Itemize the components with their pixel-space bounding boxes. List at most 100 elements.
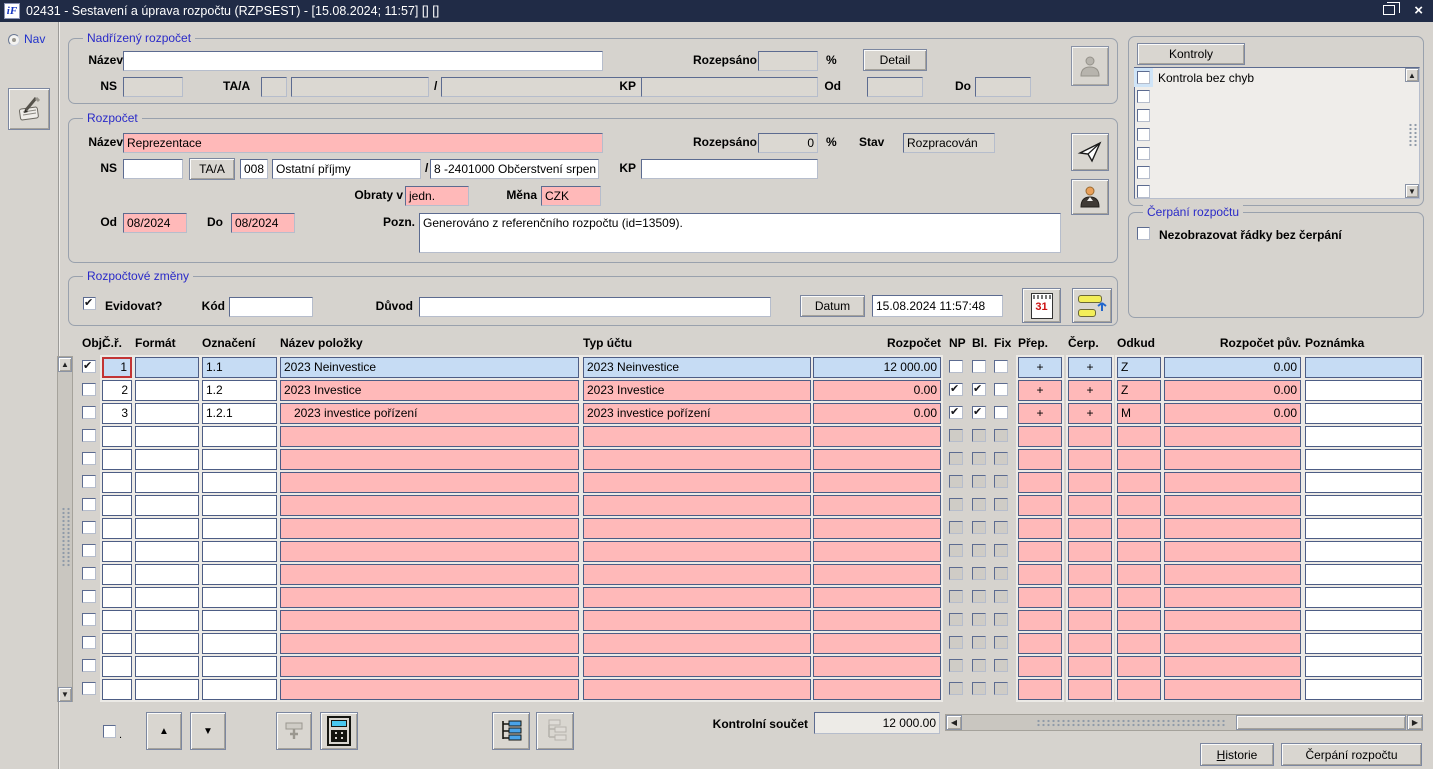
cell-nazev[interactable]: 2023 Investice (280, 380, 579, 401)
detail-button[interactable]: Detail (863, 49, 927, 71)
cell-format[interactable] (135, 679, 199, 700)
cell-checkbox-bl[interactable] (972, 452, 986, 465)
cell-format[interactable] (135, 541, 199, 562)
cell-poznamka[interactable] (1305, 472, 1422, 493)
cerpani-rozpoctu-button[interactable]: Čerpání rozpočtu (1281, 743, 1422, 766)
cell-format[interactable] (135, 472, 199, 493)
cell-typ[interactable] (583, 679, 811, 700)
cell-checkbox-np[interactable] (949, 405, 963, 419)
cell-rozpocet_puv[interactable]: 0.00 (1164, 380, 1301, 401)
cell-rozpocet[interactable] (813, 472, 941, 493)
cell-checkbox-np[interactable] (949, 498, 963, 511)
kontroly-button[interactable]: Kontroly (1137, 43, 1245, 65)
cell-nazev[interactable] (280, 587, 579, 608)
cell-format[interactable] (135, 426, 199, 447)
cell-rozpocet_puv[interactable]: 0.00 (1164, 357, 1301, 378)
cell-poznamka[interactable] (1305, 610, 1422, 631)
cell-poznamka[interactable] (1305, 449, 1422, 470)
cell-cr[interactable] (102, 587, 132, 608)
cell-typ[interactable] (583, 587, 811, 608)
cell-oznaceni[interactable] (202, 633, 277, 654)
cell-nazev[interactable]: 2023 investice pořízení (280, 403, 579, 424)
cell-odkud[interactable]: M (1117, 403, 1161, 424)
cell-prep[interactable] (1018, 472, 1062, 493)
cell-cerp[interactable]: + (1068, 403, 1112, 424)
cell-checkbox-bl[interactable] (972, 613, 986, 626)
transfer-button[interactable] (1072, 288, 1112, 323)
budget-taa-code-input[interactable]: 008 (240, 159, 268, 179)
cell-odkud[interactable] (1117, 656, 1161, 677)
cell-rozpocet[interactable] (813, 587, 941, 608)
cell-oznaceni[interactable] (202, 495, 277, 516)
cell-rozpocet_puv[interactable] (1164, 587, 1301, 608)
cell-cr[interactable] (102, 610, 132, 631)
cell-checkbox-obj[interactable] (82, 567, 96, 580)
mena-field[interactable]: CZK (541, 186, 601, 206)
cell-checkbox-bl[interactable] (972, 659, 986, 672)
cell-cerp[interactable] (1068, 633, 1112, 654)
budget-account-input[interactable]: 8 -2401000 Občerstvení srpen (430, 159, 599, 179)
cell-odkud[interactable] (1117, 472, 1161, 493)
cell-poznamka[interactable] (1305, 564, 1422, 585)
cell-checkbox-bl[interactable] (972, 405, 986, 419)
window-close-icon[interactable]: × (1414, 0, 1423, 22)
cell-cr[interactable] (102, 656, 132, 677)
cell-nazev[interactable] (280, 679, 579, 700)
cell-checkbox-fix[interactable] (994, 636, 1008, 649)
cell-oznaceni[interactable] (202, 426, 277, 447)
hscroll-left-icon[interactable]: ◀ (946, 715, 962, 730)
cell-cr[interactable]: 2 (102, 380, 132, 401)
cell-odkud[interactable] (1117, 564, 1161, 585)
cell-nazev[interactable] (280, 610, 579, 631)
cell-poznamka[interactable] (1305, 656, 1422, 677)
cell-poznamka[interactable] (1305, 541, 1422, 562)
cell-checkbox-np[interactable] (949, 567, 963, 580)
cell-rozpocet[interactable]: 0.00 (813, 380, 941, 401)
cell-format[interactable] (135, 633, 199, 654)
cell-checkbox-np[interactable] (949, 360, 963, 373)
cell-rozpocet[interactable] (813, 656, 941, 677)
cell-poznamka[interactable] (1305, 633, 1422, 654)
cell-checkbox-np[interactable] (949, 659, 963, 672)
cell-odkud[interactable] (1117, 426, 1161, 447)
cell-cr[interactable]: 3 (102, 403, 132, 424)
calendar-button[interactable]: 31 (1022, 288, 1061, 323)
nav-radio[interactable] (8, 34, 20, 46)
cell-oznaceni[interactable]: 1.2 (202, 380, 277, 401)
cell-checkbox-fix[interactable] (994, 383, 1008, 396)
cell-rozpocet_puv[interactable] (1164, 564, 1301, 585)
cell-odkud[interactable] (1117, 518, 1161, 539)
cell-checkbox-fix[interactable] (994, 544, 1008, 557)
cell-typ[interactable] (583, 449, 811, 470)
edit-notes-button[interactable] (8, 88, 50, 130)
cell-prep[interactable] (1018, 426, 1062, 447)
cell-rozpocet[interactable] (813, 564, 941, 585)
cell-typ[interactable]: 2023 Neinvestice (583, 357, 811, 378)
cell-typ[interactable] (583, 495, 811, 516)
cell-prep[interactable] (1018, 495, 1062, 516)
cell-oznaceni[interactable] (202, 587, 277, 608)
cell-checkbox-obj[interactable] (82, 521, 96, 534)
cell-prep[interactable]: + (1018, 357, 1062, 378)
cell-checkbox-fix[interactable] (994, 498, 1008, 511)
cell-nazev[interactable] (280, 656, 579, 677)
cell-checkbox-bl[interactable] (972, 682, 986, 695)
cell-oznaceni[interactable]: 1.1 (202, 357, 277, 378)
cell-oznaceni[interactable]: 1.2.1 (202, 403, 277, 424)
cell-nazev[interactable] (280, 518, 579, 539)
cell-rozpocet[interactable] (813, 541, 941, 562)
cell-cerp[interactable] (1068, 656, 1112, 677)
cell-nazev[interactable] (280, 449, 579, 470)
cell-cerp[interactable] (1068, 472, 1112, 493)
table-vertical-scrollbar[interactable]: ▲ ▼ (57, 356, 73, 702)
datum-input[interactable]: 15.08.2024 11:57:48 (872, 295, 1003, 317)
cell-checkbox-obj[interactable] (82, 475, 96, 488)
cell-poznamka[interactable] (1305, 679, 1422, 700)
cell-checkbox-obj[interactable] (82, 659, 96, 672)
kod-input[interactable] (229, 297, 313, 317)
cell-cr[interactable] (102, 564, 132, 585)
cell-format[interactable] (135, 403, 199, 424)
cell-checkbox-fix[interactable] (994, 521, 1008, 534)
cell-rozpocet_puv[interactable] (1164, 518, 1301, 539)
budget-ns-input[interactable] (123, 159, 183, 179)
